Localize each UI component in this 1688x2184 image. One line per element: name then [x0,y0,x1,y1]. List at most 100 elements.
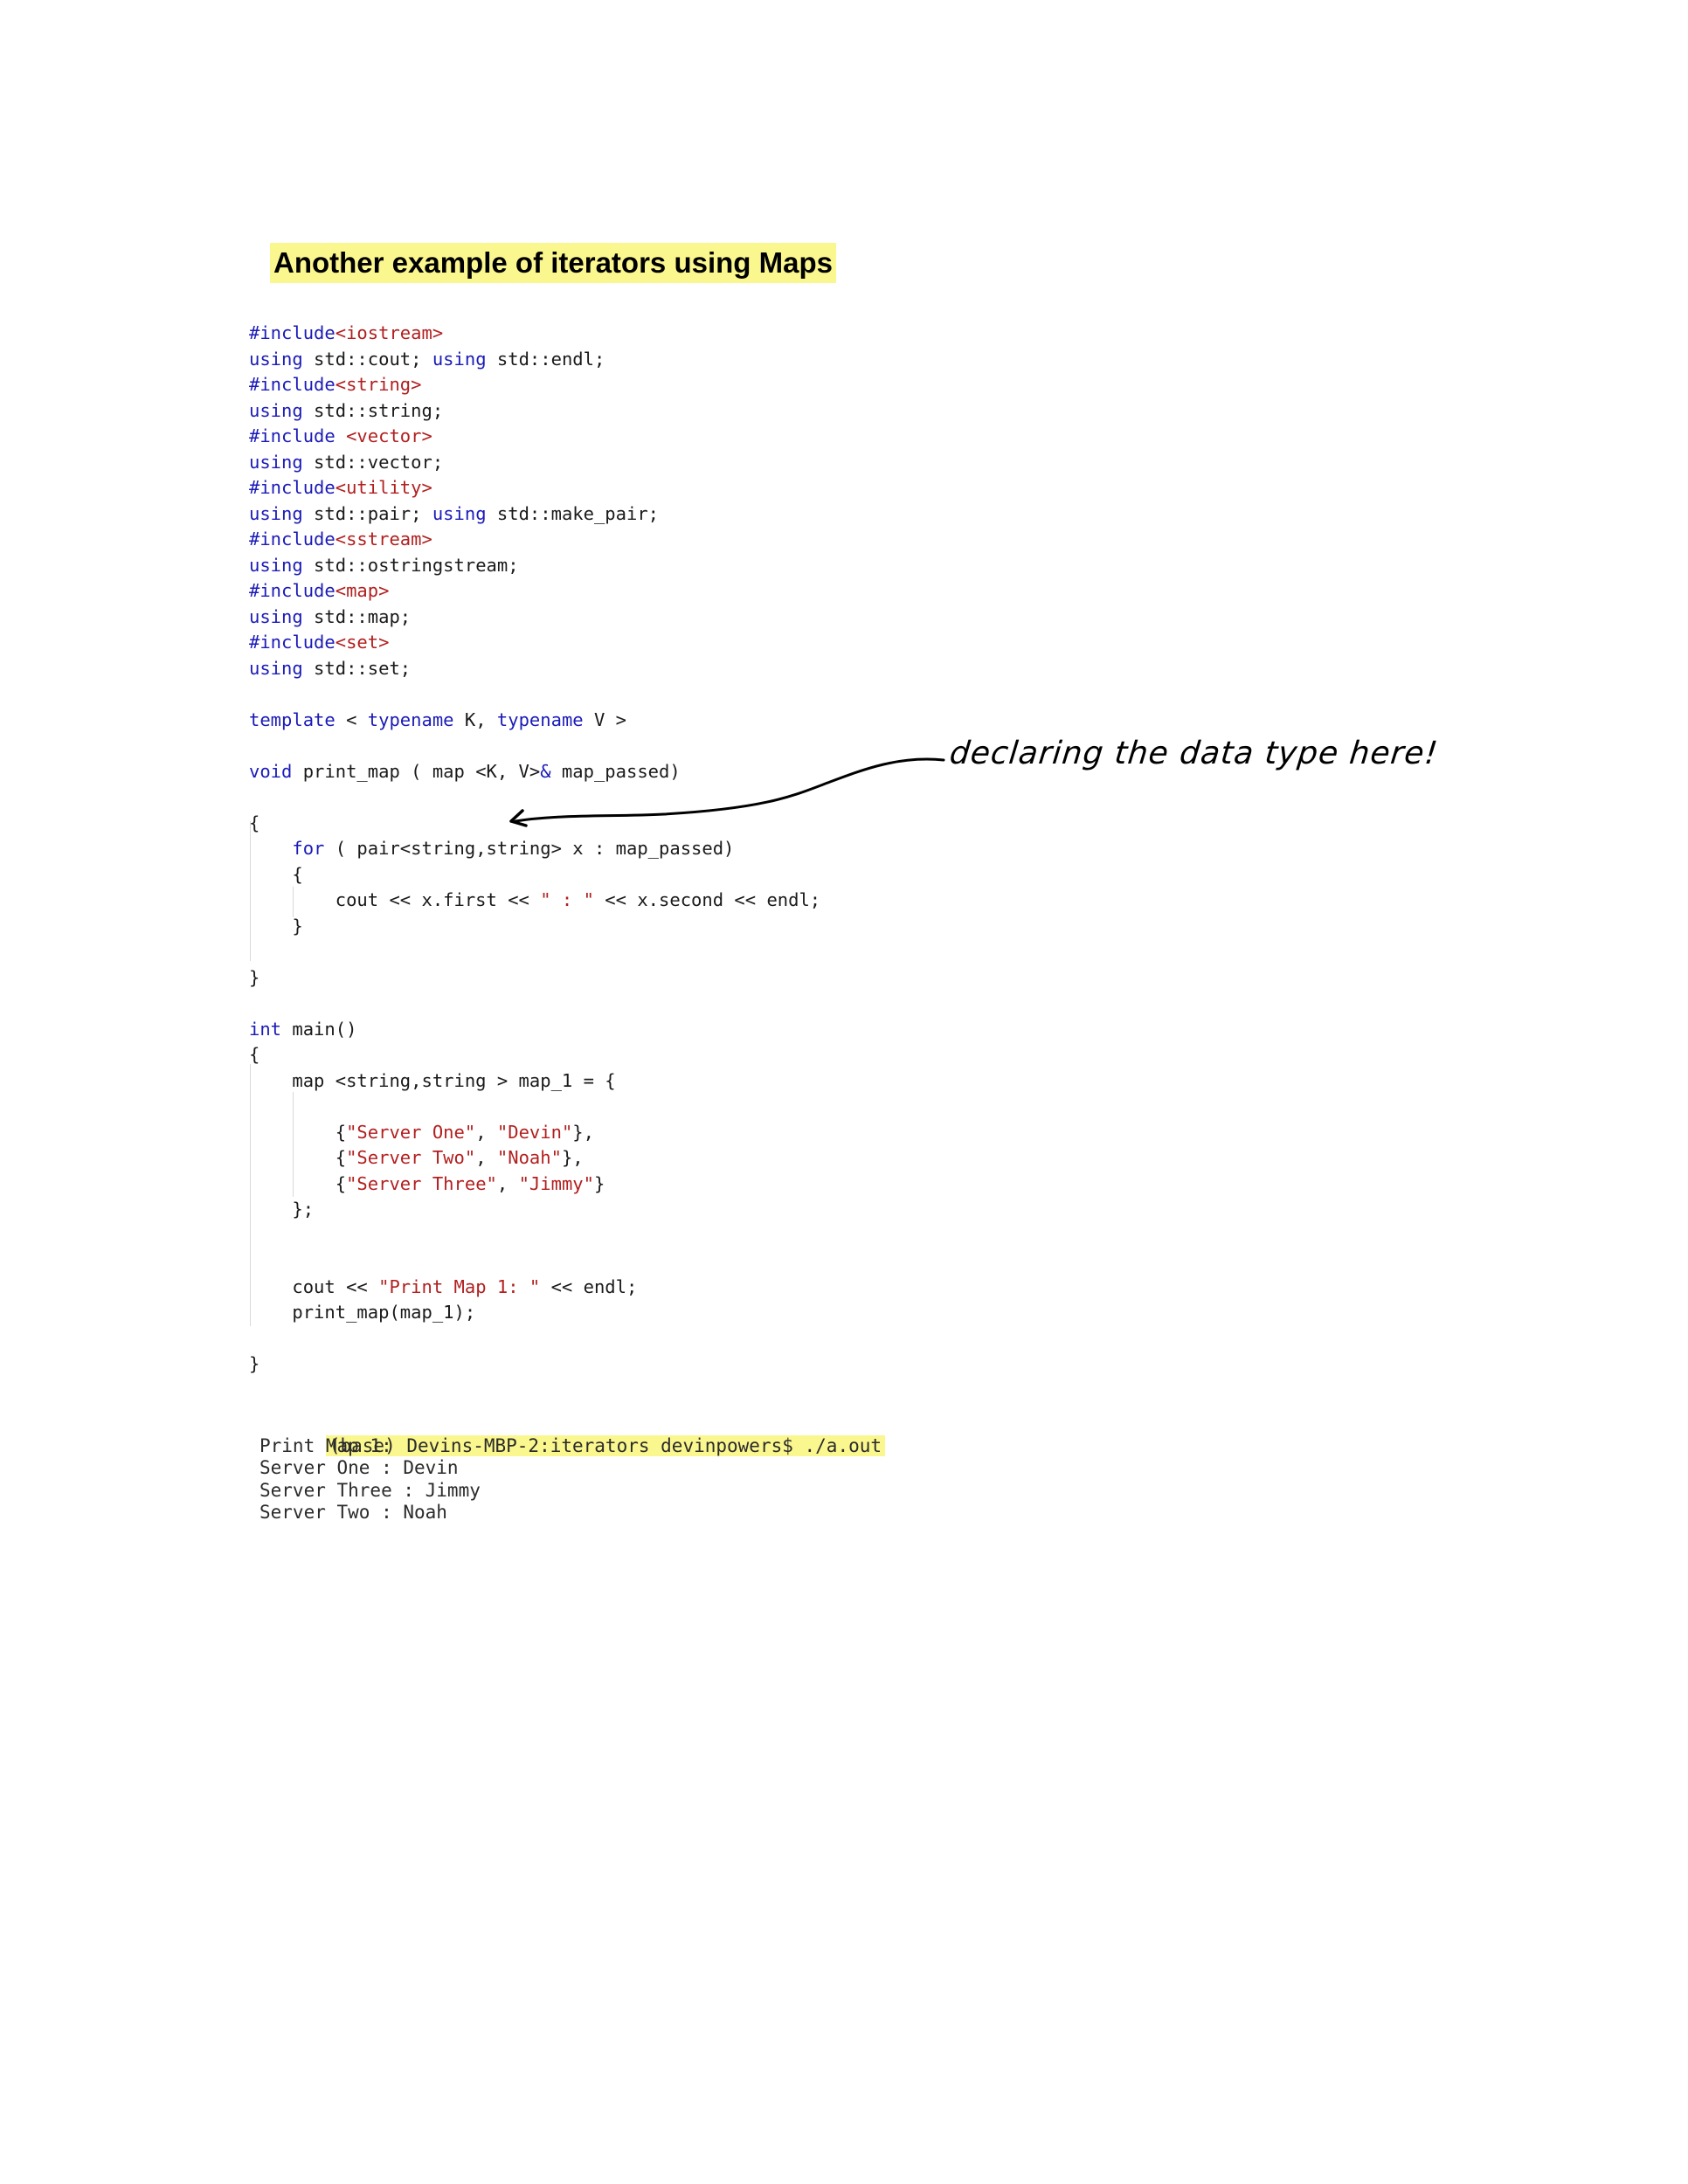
code-keyword: for [292,838,325,859]
code-keyword: #include [249,529,336,549]
code-line: {"Server Two", "Noah"}, [249,1145,820,1171]
code-line: print_map(map_1); [249,1300,820,1326]
code-keyword: #include [249,580,336,601]
code-keyword: using [249,348,303,370]
code-text: } [593,1172,605,1194]
code-line: template < typename K, typename V > [249,708,820,734]
code-keyword: using [432,348,487,370]
code-text: }; [249,1199,315,1220]
code-block: #include<iostream> using std::cout; using… [249,321,820,1378]
code-text: main() [281,1018,357,1040]
code-line: } [249,914,820,940]
code-keyword: using [249,554,303,576]
document-page: Another example of iterators using Maps … [0,0,1688,2184]
code-text: { [249,1044,260,1065]
page-title: Another example of iterators using Maps [270,243,836,283]
code-text: std::pair; [302,502,432,524]
code-string: "Devin" [496,1121,573,1143]
code-line: int main() [249,1017,820,1043]
code-text: }, [572,1121,594,1143]
code-text: , [475,1121,497,1143]
code-line: cout << x.first << " : " << x.second << … [249,888,820,914]
code-keyword: using [432,502,487,524]
code-line: #include<utility> [249,475,820,501]
code-string: <utility> [335,477,432,498]
code-line: #include<string> [249,372,820,398]
code-line: using std::map; [249,605,820,631]
code-line: #include<sstream> [249,527,820,553]
code-text: } [249,966,260,988]
code-keyword: #include [249,425,347,446]
code-line: using std::string; [249,398,820,425]
code-line: { [249,1042,820,1068]
code-text: std::endl; [486,348,605,370]
code-string: "Noah" [496,1147,562,1168]
terminal-output-line: Server Three : Jimmy [259,1479,481,1501]
code-line: for ( pair<string,string> x : map_passed… [249,836,820,862]
handwritten-annotation: declaring the data type here! [947,736,1441,771]
code-keyword: int [249,1018,282,1040]
code-line: #include <vector> [249,424,820,450]
code-line: using std::cout; using std::endl; [249,347,820,373]
code-text: ( pair<string,string> x : map_passed) [324,838,735,859]
code-text: std::map; [302,605,412,627]
code-keyword: #include [249,374,336,395]
code-string: <vector> [346,425,432,446]
code-string: "Jimmy" [518,1172,594,1194]
code-keyword: #include [249,322,336,343]
terminal-prompt: (base) Devins-MBP-2:iterators devinpower… [325,1434,886,1456]
code-string: "Server Three" [346,1172,497,1194]
terminal-output-line: Server One : Devin [259,1457,459,1478]
code-text: } [249,1353,260,1374]
code-string: <string> [335,374,422,395]
code-string: " : " [540,889,594,910]
code-text: print_map(map_1); [249,1302,476,1323]
code-keyword: void [249,760,293,782]
code-line: {"Server One", "Devin"}, [249,1120,820,1146]
code-line: { [249,862,820,888]
code-text: }, [561,1147,584,1168]
indent-guide [293,1092,294,1197]
code-text: std::vector; [302,451,444,473]
code-line: } [249,965,820,992]
code-string: <iostream> [335,322,444,343]
indent-guide [293,887,294,917]
indent-guide [250,821,251,961]
code-text: V > [583,708,627,730]
code-text: std::ostringstream; [302,554,519,576]
code-keyword: typename [367,708,454,730]
code-text: { [249,863,303,885]
code-text: std::cout; [302,348,432,370]
code-text: std::make_pair; [486,502,660,524]
code-line: {"Server Three", "Jimmy"} [249,1171,820,1198]
annotation-arrow [509,757,945,827]
code-line: using std::set; [249,656,820,682]
code-line: #include<set> [249,630,820,656]
code-line: #include<iostream> [249,321,820,347]
code-keyword: template [249,708,336,730]
code-string: "Server One" [346,1121,476,1143]
code-string: <sstream> [335,529,432,549]
code-line: using std::vector; [249,450,820,476]
code-text: < [335,708,368,730]
code-keyword: using [249,451,303,473]
code-text: { [249,1121,347,1143]
terminal-prompt-line: (base) Devins-MBP-2:iterators devinpower… [259,1413,886,1456]
code-text: map <string,string > map_1 = { [249,1069,616,1091]
code-text: cout << [249,1275,379,1297]
code-keyword: #include [249,477,336,498]
code-string: "Print Map 1: " [378,1275,541,1297]
code-string: "Server Two" [346,1147,476,1168]
code-text: std::set; [302,657,412,679]
code-string: <set> [335,632,390,653]
code-line: map <string,string > map_1 = { [249,1068,820,1095]
code-line: } [249,1351,820,1378]
code-text: << x.second << endl; [593,889,821,910]
code-keyword: using [249,657,303,679]
